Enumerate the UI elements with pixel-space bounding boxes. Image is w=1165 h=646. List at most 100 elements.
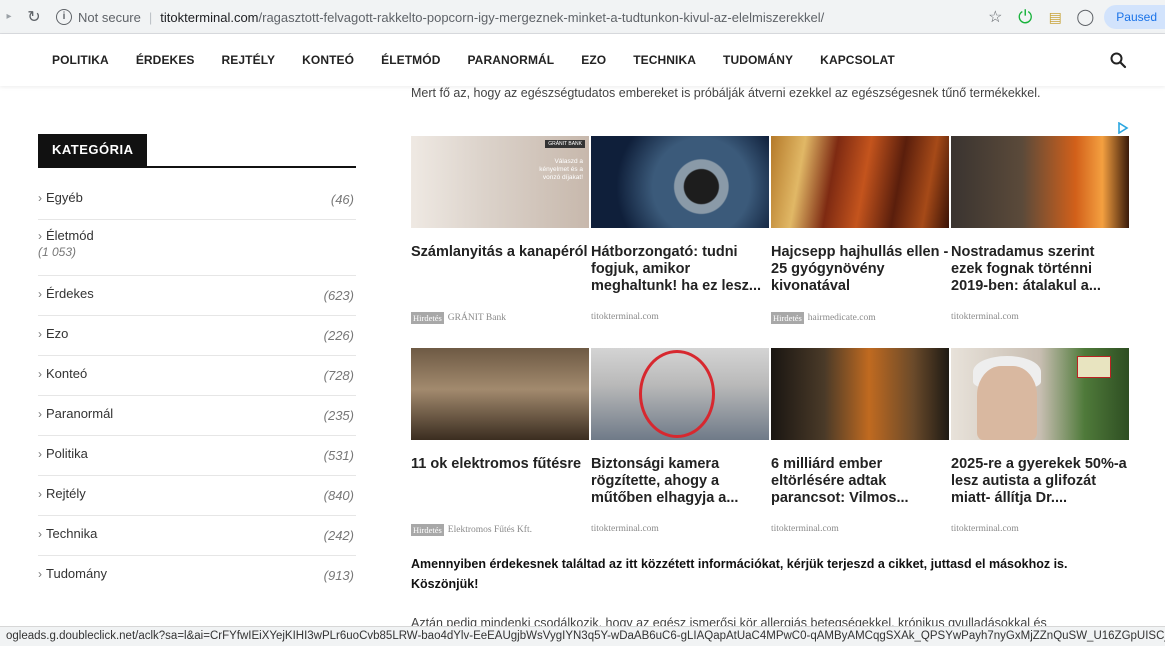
search-icon[interactable] xyxy=(1109,51,1127,69)
ad-thumbnail[interactable] xyxy=(591,136,769,228)
bank-logo: GRÁNIT BANK xyxy=(545,140,585,148)
profile-paused-button[interactable]: Paused xyxy=(1104,5,1165,29)
category-item-tudomany[interactable]: › Tudomány (913) xyxy=(38,556,356,596)
sidebar: KATEGÓRIA › Egyéb (46) › Életmód (1 053) › Ér… xyxy=(38,86,356,596)
chevron-right-icon: › xyxy=(38,229,42,243)
category-count: (226) xyxy=(323,328,354,343)
ad-card-eye[interactable]: Hátborzongató: tudni fogjuk, amikor megh… xyxy=(591,136,769,322)
security-label: Not secure xyxy=(78,9,141,25)
article-content: Mert fő az, hogy az egészségtudatos embe… xyxy=(411,86,1131,630)
category-item-erdekes[interactable]: › Érdekes (623) xyxy=(38,276,356,316)
category-label[interactable]: Ezo xyxy=(46,326,68,341)
category-count: (913) xyxy=(323,568,354,583)
ad-source-name: Elektromos Fűtés Kft. xyxy=(447,525,532,535)
ad-source-name: hairmedicate.com xyxy=(807,313,876,323)
ad-source: Hirdetés Elektromos Fűtés Kft. xyxy=(411,524,589,536)
ad-thumbnail[interactable] xyxy=(771,348,949,440)
ad-source-name: titokterminal.com xyxy=(951,312,1019,322)
nav-item-ezo[interactable]: EZO xyxy=(581,53,606,67)
category-label[interactable]: Egyéb xyxy=(46,190,83,205)
ad-card-heating[interactable]: 11 ok elektromos fűtésre Hirdetés Elektro… xyxy=(411,348,589,536)
ad-card-hair[interactable]: Hajcsepp hajhullás ellen - 25 gyógynövén… xyxy=(771,136,949,324)
thanks-text: Köszönjük! xyxy=(411,577,479,591)
ad-thumbnail[interactable] xyxy=(591,348,769,440)
ad-source: Hirdetés GRÁNIT Bank xyxy=(411,312,589,324)
category-item-rejtely[interactable]: › Rejtély (840) xyxy=(38,476,356,516)
nav-item-erdekes[interactable]: ÉRDEKES xyxy=(136,53,195,67)
category-count: (728) xyxy=(323,368,354,383)
nav-item-tudomany[interactable]: TUDOMÁNY xyxy=(723,53,793,67)
category-item-politika[interactable]: › Politika (531) xyxy=(38,436,356,476)
category-item-eletmod[interactable]: › Életmód (1 053) xyxy=(38,220,356,276)
nav-item-politika[interactable]: POLITIKA xyxy=(52,53,109,67)
ad-source-name: titokterminal.com xyxy=(591,312,659,322)
browser-toolbar: ▸ ↻ i Not secure | titokterminal.com /ra… xyxy=(0,0,1165,34)
category-heading-bar: KATEGÓRIA xyxy=(38,134,356,168)
omnibox-divider: | xyxy=(148,9,153,25)
chevron-right-icon: › xyxy=(38,287,42,301)
ad-thumbnail[interactable] xyxy=(411,348,589,440)
ad-card-camera[interactable]: Biztonsági kamera rögzítette, ahogy a mű… xyxy=(591,348,769,534)
category-label[interactable]: Paranormál xyxy=(46,406,113,421)
category-label[interactable]: Érdekes xyxy=(46,286,94,301)
category-item-konteo[interactable]: › Konteó (728) xyxy=(38,356,356,396)
ad-thumbnail[interactable] xyxy=(951,348,1129,440)
info-icon[interactable]: i xyxy=(56,9,72,25)
extension-power-icon[interactable]: ⏻ xyxy=(1010,7,1040,28)
category-label[interactable]: Rejtély xyxy=(46,486,86,501)
ad-card-granit-bank[interactable]: GRÁNIT BANK Válaszd a kényelmet és a von… xyxy=(411,136,589,324)
category-item-paranormal[interactable]: › Paranormál (235) xyxy=(38,396,356,436)
ad-title[interactable]: Hátborzongató: tudni fogjuk, amikor megh… xyxy=(591,244,769,296)
reload-icon[interactable]: ↻ xyxy=(22,7,46,27)
nav-item-rejtely[interactable]: REJTÉLY xyxy=(222,53,276,67)
ad-card-autism[interactable]: 2025-re a gyerekek 50%-a lesz autista a … xyxy=(951,348,1129,534)
nav-item-kapcsolat[interactable]: KAPCSOLAT xyxy=(820,53,895,67)
extension-area: ☆ ⏻ ▤ ◯ Paused xyxy=(980,0,1165,34)
forward-icon[interactable]: ▸ xyxy=(2,11,16,22)
address-bar[interactable]: i Not secure | titokterminal.com /ragasz… xyxy=(56,3,1006,31)
ad-title[interactable]: Biztonsági kamera rögzítette, ahogy a mű… xyxy=(591,456,769,508)
extension-notes-icon[interactable]: ▤ xyxy=(1040,9,1070,26)
category-label[interactable]: Konteó xyxy=(46,366,87,381)
ad-title[interactable]: 6 milliárd ember eltörlésére adtak paran… xyxy=(771,456,949,508)
ad-title[interactable]: Nostradamus szerint ezek fognak történni… xyxy=(951,244,1129,296)
category-label[interactable]: Politika xyxy=(46,446,88,461)
status-bar-url: ogleads.g.doubleclick.net/aclk?sa=l&ai=C… xyxy=(0,626,1165,646)
ad-source: titokterminal.com xyxy=(951,312,1129,322)
nav-item-technika[interactable]: TECHNIKA xyxy=(633,53,696,67)
ad-card-nostradamus[interactable]: Nostradamus szerint ezek fognak történni… xyxy=(951,136,1129,322)
url-host: titokterminal.com xyxy=(160,9,259,25)
category-count: (235) xyxy=(323,408,354,423)
nav-item-paranormal[interactable]: PARANORMÁL xyxy=(467,53,554,67)
category-item-egyeb[interactable]: › Egyéb (46) xyxy=(38,180,356,220)
adchoices-icon[interactable] xyxy=(1117,122,1129,134)
category-item-ezo[interactable]: › Ezo (226) xyxy=(38,316,356,356)
nav-item-eletmod[interactable]: ÉLETMÓD xyxy=(381,53,440,67)
bookmark-star-icon[interactable]: ☆ xyxy=(980,7,1010,27)
category-label[interactable]: Tudomány xyxy=(46,566,107,581)
category-label[interactable]: Életmód xyxy=(46,228,94,243)
ad-title[interactable]: Hajcsepp hajhullás ellen - 25 gyógynövén… xyxy=(771,244,949,296)
chevron-right-icon: › xyxy=(38,327,42,341)
category-count: (623) xyxy=(323,288,354,303)
ad-thumbnail[interactable]: GRÁNIT BANK Válaszd a kényelmet és a von… xyxy=(411,136,589,228)
category-label[interactable]: Technika xyxy=(46,526,97,541)
bank-ad-slogan: Válaszd a kényelmet és a vonzó díjakat! xyxy=(539,158,583,181)
chevron-right-icon: › xyxy=(38,407,42,421)
ad-card-billion[interactable]: 6 milliárd ember eltörlésére adtak paran… xyxy=(771,348,949,534)
ad-title[interactable]: 11 ok elektromos fűtésre xyxy=(411,456,589,508)
ad-source: titokterminal.com xyxy=(591,312,769,322)
url-path: /ragasztott-felvagott-rakkelto-popcorn-i… xyxy=(258,9,825,25)
ad-source-name: titokterminal.com xyxy=(951,524,1019,534)
ad-title[interactable]: Számlanyitás a kanapéról xyxy=(411,244,589,296)
ad-title[interactable]: 2025-re a gyerekek 50%-a lesz autista a … xyxy=(951,456,1129,508)
category-item-technika[interactable]: › Technika (242) xyxy=(38,516,356,556)
portrait-face xyxy=(977,366,1037,440)
ad-source-name: titokterminal.com xyxy=(771,524,839,534)
site-navigation: POLITIKA ÉRDEKES REJTÉLY KONTEÓ ÉLETMÓD … xyxy=(0,34,1165,86)
pocket-icon[interactable]: ◯ xyxy=(1070,7,1100,27)
ad-thumbnail[interactable] xyxy=(771,136,949,228)
ad-thumbnail[interactable] xyxy=(951,136,1129,228)
nav-item-konteo[interactable]: KONTEÓ xyxy=(302,53,354,67)
category-count: (242) xyxy=(323,528,354,543)
